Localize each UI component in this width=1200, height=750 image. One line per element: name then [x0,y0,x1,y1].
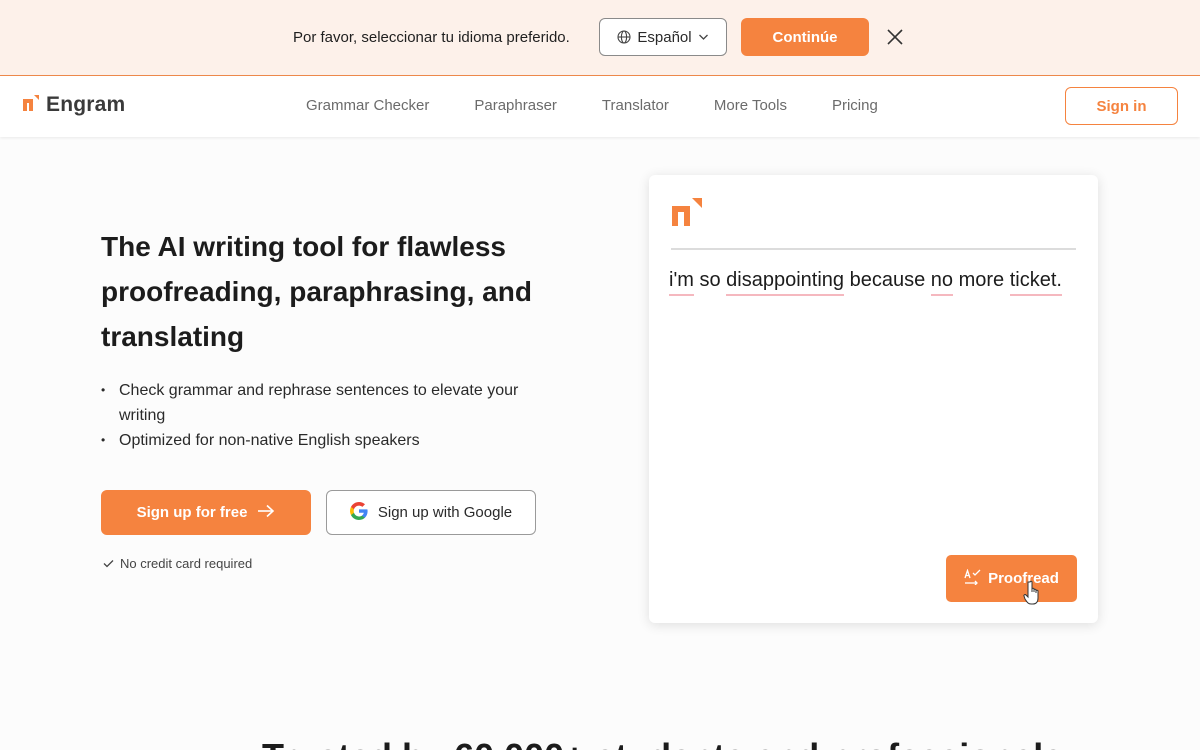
top-navbar: Engram Grammar Checker Paraphraser Trans… [0,76,1200,137]
globe-icon [617,30,631,44]
sign-up-free-label: Sign up for free [136,504,248,521]
feature-item: Optimized for non-native English speaker… [101,428,521,453]
google-icon [349,501,368,524]
sign-in-button[interactable]: Sign in [1065,87,1178,125]
feature-item: Check grammar and rephrase sentences to … [101,378,521,428]
sign-up-google-button[interactable]: Sign up with Google [326,490,536,535]
sign-up-google-label: Sign up with Google [377,504,513,521]
brand-name: Engram [46,93,126,116]
trusted-by-heading: Trusted by 60,000+ students and professi… [262,736,1063,750]
editor-demo-card: i'm so disappointing because no more tic… [649,175,1098,623]
nav-link-paraphraser[interactable]: Paraphraser [474,97,557,114]
editor-word: more [953,269,1010,291]
nav-link-grammar-checker[interactable]: Grammar Checker [306,97,429,114]
checkmark-icon [103,556,114,571]
nav-link-more-tools[interactable]: More Tools [714,97,787,114]
flagged-word[interactable]: no [930,269,954,296]
continue-button[interactable]: Continúe [741,18,869,56]
flagged-word[interactable]: ticket. [1009,269,1062,296]
hand-cursor-icon [1021,580,1043,611]
language-prompt: Por favor, seleccionar tu idioma preferi… [293,29,570,46]
flagged-word[interactable]: disappointing [726,269,845,296]
engram-logo-icon [671,197,703,232]
language-select-value: Español [637,28,692,46]
nav-link-translator[interactable]: Translator [602,97,669,114]
brand-logo[interactable]: Engram [22,93,125,117]
editor-text-area[interactable]: i'm so disappointing because no more tic… [669,269,1089,296]
nav-link-pricing[interactable]: Pricing [832,97,878,114]
no-credit-card-text: No credit card required [120,556,253,571]
feature-list: Check grammar and rephrase sentences to … [101,378,521,453]
language-banner: Por favor, seleccionar tu idioma preferi… [0,0,1200,76]
nav-links: Grammar Checker Paraphraser Translator M… [306,97,878,114]
close-icon[interactable] [884,26,906,48]
no-credit-card-note: No credit card required [103,556,252,571]
language-select[interactable]: Español [599,18,727,56]
flagged-word[interactable]: i'm [669,269,694,296]
spellcheck-icon [964,567,982,589]
hero-title: The AI writing tool for flawless proofre… [101,231,532,352]
sign-up-free-button[interactable]: Sign up for free [101,490,311,535]
arrow-right-icon [257,504,275,522]
editor-divider [671,248,1076,250]
editor-word: so [693,269,727,291]
proofread-button[interactable]: Proofread [946,555,1077,602]
engram-logo-icon [22,94,40,117]
editor-word: because [844,269,931,291]
chevron-down-icon [698,33,709,41]
